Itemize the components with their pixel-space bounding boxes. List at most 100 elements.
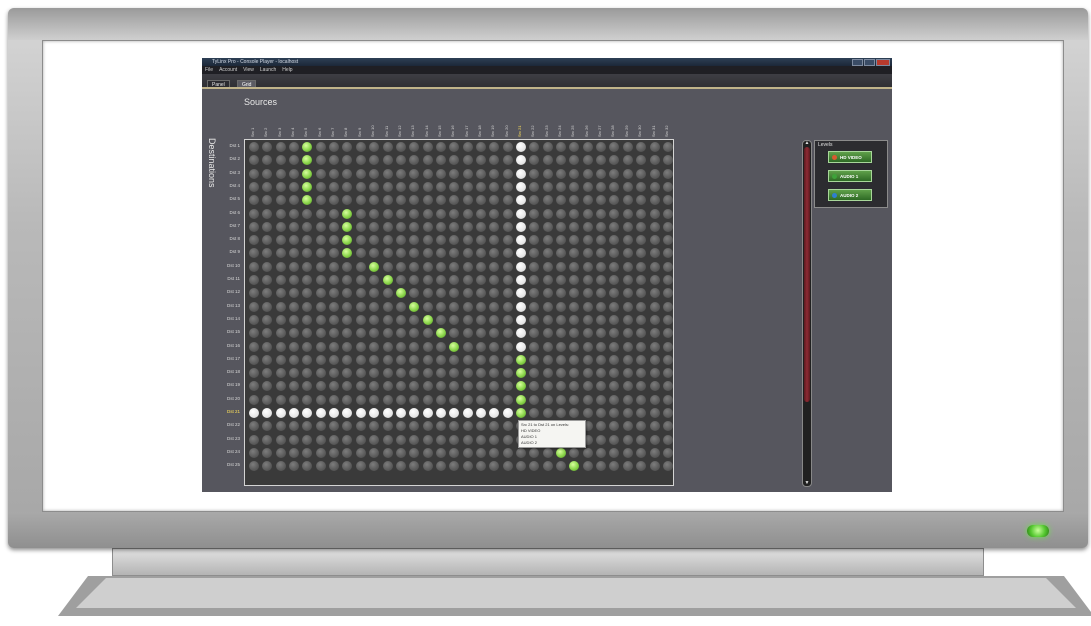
crosspoint-button[interactable]	[422, 235, 433, 246]
crosspoint-button[interactable]	[662, 421, 673, 432]
crosspoint-button[interactable]	[435, 275, 446, 285]
crosspoint-button[interactable]	[569, 288, 580, 299]
source-column-label[interactable]: Src 10	[370, 125, 375, 137]
close-icon[interactable]	[876, 59, 890, 66]
crosspoint-button[interactable]	[622, 447, 633, 458]
crosspoint-button[interactable]	[475, 354, 486, 365]
crosspoint-connected[interactable]	[342, 235, 353, 246]
crosspoint-button[interactable]	[435, 235, 446, 246]
crosspoint-button[interactable]	[582, 314, 593, 325]
crosspoint-button[interactable]	[409, 155, 420, 166]
crosspoint-highlight[interactable]	[262, 408, 273, 418]
crosspoint-button[interactable]	[596, 434, 607, 445]
crosspoint-button[interactable]	[582, 248, 593, 259]
crosspoint-button[interactable]	[609, 261, 620, 272]
crosspoint-button[interactable]	[262, 368, 273, 379]
crosspoint-button[interactable]	[636, 301, 647, 312]
crosspoint-button[interactable]	[369, 314, 380, 325]
crosspoint-button[interactable]	[382, 381, 393, 392]
menu-file[interactable]: File	[205, 66, 213, 74]
crosspoint-button[interactable]	[462, 168, 473, 179]
crosspoint-highlight[interactable]	[516, 208, 526, 219]
crosspoint-button[interactable]	[662, 447, 673, 458]
crosspoint-button[interactable]	[449, 155, 460, 166]
crosspoint-button[interactable]	[542, 447, 553, 458]
crosspoint-button[interactable]	[315, 421, 326, 432]
crosspoint-button[interactable]	[409, 421, 420, 432]
crosspoint-button[interactable]	[449, 301, 460, 312]
crosspoint-button[interactable]	[475, 181, 486, 192]
crosspoint-button[interactable]	[329, 248, 340, 259]
crosspoint-button[interactable]	[355, 434, 366, 445]
crosspoint-button[interactable]	[422, 421, 433, 432]
crosspoint-button[interactable]	[622, 394, 633, 405]
destination-row-label[interactable]: Dst 9	[204, 249, 240, 254]
crosspoint-highlight[interactable]	[462, 408, 473, 418]
destination-row-label[interactable]: Dst 23	[204, 436, 240, 441]
crosspoint-button[interactable]	[342, 314, 353, 325]
crosspoint-button[interactable]	[409, 447, 420, 458]
crosspoint-button[interactable]	[502, 394, 513, 405]
crosspoint-button[interactable]	[556, 394, 567, 405]
crosspoint-button[interactable]	[409, 394, 420, 405]
crosspoint-button[interactable]	[382, 394, 393, 405]
crosspoint-button[interactable]	[462, 261, 473, 272]
crosspoint-button[interactable]	[556, 181, 567, 192]
crosspoint-button[interactable]	[355, 301, 366, 312]
crosspoint-button[interactable]	[649, 181, 660, 192]
crosspoint-button[interactable]	[249, 434, 259, 445]
crosspoint-button[interactable]	[302, 421, 313, 432]
crosspoint-button[interactable]	[489, 142, 500, 152]
crosspoint-button[interactable]	[395, 195, 406, 206]
crosspoint-button[interactable]	[435, 288, 446, 299]
crosspoint-button[interactable]	[355, 328, 366, 339]
crosspoint-button[interactable]	[662, 195, 673, 206]
crosspoint-button[interactable]	[435, 142, 446, 152]
crosspoint-button[interactable]	[516, 447, 526, 458]
crosspoint-button[interactable]	[382, 208, 393, 219]
crosspoint-connected[interactable]	[449, 341, 460, 352]
crosspoint-button[interactable]	[582, 301, 593, 312]
crosspoint-button[interactable]	[542, 408, 553, 418]
crosspoint-button[interactable]	[502, 261, 513, 272]
source-column-label[interactable]: Src 18	[477, 125, 482, 137]
crosspoint-button[interactable]	[582, 354, 593, 365]
crosspoint-button[interactable]	[329, 368, 340, 379]
crosspoint-button[interactable]	[329, 168, 340, 179]
crosspoint-button[interactable]	[556, 142, 567, 152]
crosspoint-button[interactable]	[596, 248, 607, 259]
crosspoint-button[interactable]	[262, 195, 273, 206]
crosspoint-button[interactable]	[315, 221, 326, 232]
crosspoint-button[interactable]	[315, 142, 326, 152]
crosspoint-button[interactable]	[622, 195, 633, 206]
crosspoint-button[interactable]	[422, 142, 433, 152]
crosspoint-button[interactable]	[355, 461, 366, 472]
crosspoint-button[interactable]	[435, 394, 446, 405]
crosspoint-button[interactable]	[449, 381, 460, 392]
crosspoint-button[interactable]	[582, 235, 593, 246]
crosspoint-button[interactable]	[275, 314, 286, 325]
crosspoint-highlight[interactable]	[382, 408, 393, 418]
crosspoint-button[interactable]	[342, 341, 353, 352]
crosspoint-button[interactable]	[369, 248, 380, 259]
minimize-icon[interactable]	[852, 59, 863, 66]
crosspoint-button[interactable]	[382, 354, 393, 365]
crosspoint-button[interactable]	[382, 155, 393, 166]
crosspoint-button[interactable]	[636, 261, 647, 272]
crosspoint-button[interactable]	[262, 314, 273, 325]
destination-row-label[interactable]: Dst 25	[204, 462, 240, 467]
crosspoint-button[interactable]	[262, 288, 273, 299]
crosspoint-button[interactable]	[435, 381, 446, 392]
source-column-label[interactable]: Src 1	[250, 128, 255, 137]
crosspoint-button[interactable]	[395, 368, 406, 379]
crosspoint-button[interactable]	[662, 248, 673, 259]
crosspoint-button[interactable]	[342, 181, 353, 192]
crosspoint-button[interactable]	[622, 461, 633, 472]
crosspoint-button[interactable]	[489, 168, 500, 179]
crosspoint-button[interactable]	[475, 275, 486, 285]
crosspoint-button[interactable]	[529, 381, 540, 392]
crosspoint-button[interactable]	[369, 235, 380, 246]
crosspoint-button[interactable]	[596, 447, 607, 458]
crosspoint-button[interactable]	[315, 434, 326, 445]
crosspoint-button[interactable]	[315, 394, 326, 405]
